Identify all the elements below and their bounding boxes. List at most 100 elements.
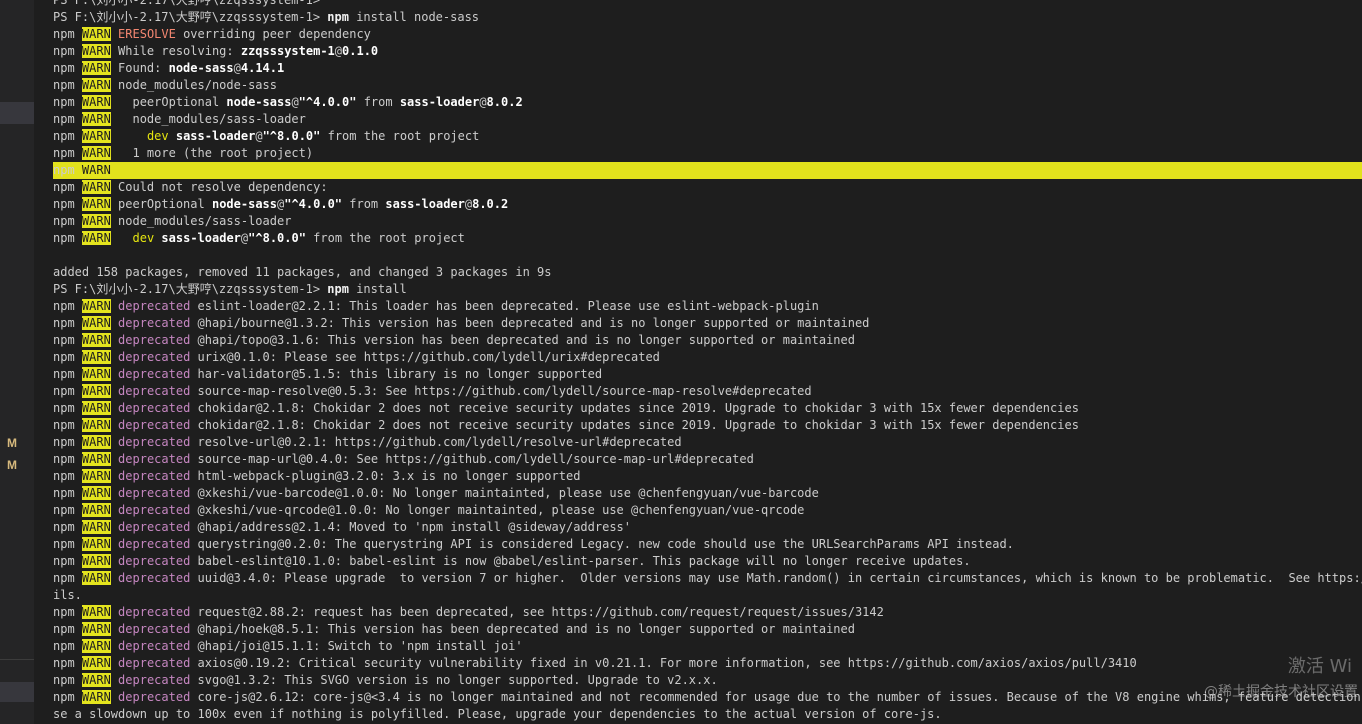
terminal-line: npm WARN deprecated urix@0.1.0: Please s… <box>53 349 1362 366</box>
terminal-text: npm <box>53 163 82 177</box>
terminal-line: npm WARN deprecated eslint-loader@2.2.1:… <box>53 298 1362 315</box>
warn-badge: WARN <box>81 452 111 466</box>
warn-badge: WARN <box>81 367 111 381</box>
warn-badge: WARN <box>81 469 111 483</box>
terminal-text: sass-loader <box>385 197 465 211</box>
deprecated-label: deprecated <box>118 554 191 568</box>
terminal-line: npm WARN node_modules/sass-loader <box>53 111 1362 128</box>
terminal-text: 4.14.1 <box>240 61 285 75</box>
terminal-text: 8.0.2 <box>486 95 523 109</box>
terminal-text: querystring@0.2.0: The querystring API i… <box>190 537 1014 551</box>
terminal-output[interactable]: PS F:\刘小小-2.17\大野哼\zzqsssystem-1> PS F:\… <box>53 0 1362 723</box>
warn-badge: WARN <box>81 180 111 194</box>
terminal-text: npm <box>53 78 82 92</box>
deprecated-label: deprecated <box>118 639 191 653</box>
terminal-text: npm <box>53 44 82 58</box>
terminal-text: While resolving: <box>110 44 241 58</box>
terminal-text: npm <box>53 180 82 194</box>
terminal-line: npm WARN deprecated request@2.88.2: requ… <box>53 604 1362 621</box>
terminal-text: zzqsssystem-1 <box>240 44 335 58</box>
terminal-line: npm WARN deprecated core-js@2.6.12: core… <box>53 689 1362 706</box>
warn-badge: WARN <box>81 112 111 126</box>
deprecated-label: deprecated <box>118 622 191 636</box>
site-watermark: @稀土掘金技术社区设置 <box>1204 684 1358 700</box>
terminal-text: 1 more (the root project) <box>110 146 314 160</box>
terminal-line: npm WARN deprecated resolve-url@0.2.1: h… <box>53 434 1362 451</box>
terminal-text: "^4.0.0" <box>284 197 343 211</box>
warn-badge: WARN <box>81 673 111 687</box>
terminal-line: npm WARN peerOptional node-sass@"^4.0.0"… <box>53 196 1362 213</box>
warn-badge: WARN <box>81 503 111 517</box>
warn-badge: WARN <box>81 78 111 92</box>
terminal-text: npm <box>53 418 82 432</box>
terminal-text: @hapi/bourne@1.3.2: This version has bee… <box>190 316 870 330</box>
deprecated-label: deprecated <box>118 316 191 330</box>
terminal-line: PS F:\刘小小-2.17\大野哼\zzqsssystem-1> npm in… <box>53 281 1362 298</box>
warn-badge: WARN <box>81 129 111 143</box>
terminal-line: PS F:\刘小小-2.17\大野哼\zzqsssystem-1> npm in… <box>53 9 1362 26</box>
terminal-text: npm <box>53 350 82 364</box>
terminal-text: npm <box>53 469 82 483</box>
terminal-text: source-map-url@0.4.0: See https://github… <box>190 452 754 466</box>
terminal-text: core-js@2.6.12: core-js@<3.4 is no longe… <box>190 690 1362 704</box>
warn-badge: WARN <box>81 656 111 670</box>
deprecated-label: deprecated <box>118 333 191 347</box>
terminal-text: ils. <box>53 588 82 602</box>
terminal-text: resolve-url@0.2.1: https://github.com/ly… <box>190 435 682 449</box>
terminal-line: npm WARN deprecated har-validator@5.1.5:… <box>53 366 1362 383</box>
terminal-text: npm <box>53 537 82 551</box>
terminal-line: npm WARN dev sass-loader@"^8.0.0" from t… <box>53 128 1362 145</box>
terminal-text: urix@0.1.0: Please see https://github.co… <box>190 350 660 364</box>
warn-badge: WARN <box>81 605 111 619</box>
sidebar-selected-row[interactable] <box>0 102 34 124</box>
terminal-line: npm WARN Could not resolve dependency: <box>53 179 1362 196</box>
warn-badge: WARN <box>81 333 111 347</box>
deprecated-label: deprecated <box>118 673 191 687</box>
terminal-text: npm <box>327 10 349 24</box>
terminal-line: npm WARN deprecated @hapi/topo@3.1.6: Th… <box>53 332 1362 349</box>
terminal-line: npm WARN deprecated @hapi/joi@15.1.1: Sw… <box>53 638 1362 655</box>
terminal-line: npm WARN deprecated chokidar@2.1.8: Chok… <box>53 400 1362 417</box>
warn-badge: WARN <box>81 571 111 585</box>
terminal-text: peerOptional <box>110 95 227 109</box>
terminal-text: dev <box>132 231 155 245</box>
terminal-text: sass-loader <box>175 129 256 143</box>
terminal-text: "^8.0.0" <box>262 129 321 143</box>
terminal-line: npm WARN deprecated source-map-resolve@0… <box>53 383 1362 400</box>
warn-badge: WARN <box>81 554 111 568</box>
terminal-text: html-webpack-plugin@3.2.0: 3.x is no lon… <box>190 469 581 483</box>
warn-badge: WARN <box>81 44 111 58</box>
terminal-text: npm <box>53 197 82 211</box>
sidebar-panel-header[interactable] <box>0 682 34 702</box>
terminal-text: PS F:\刘小小-2.17\大野哼\zzqsssystem-1> <box>53 10 328 24</box>
terminal-text: npm <box>53 571 82 585</box>
terminal-line: npm WARN deprecated chokidar@2.1.8: Chok… <box>53 417 1362 434</box>
terminal-text: @hapi/topo@3.1.6: This version has been … <box>190 333 855 347</box>
deprecated-label: deprecated <box>118 435 191 449</box>
warn-badge: WARN <box>81 537 111 551</box>
warn-badge: WARN <box>81 639 111 653</box>
terminal-text: npm <box>53 673 82 687</box>
windows-activation-watermark: 激活 Wi <box>1287 656 1352 677</box>
terminal-line: npm WARN deprecated querystring@0.2.0: T… <box>53 536 1362 553</box>
warn-badge: WARN <box>81 27 111 41</box>
terminal-text: uuid@3.4.0: Please upgrade to version 7 … <box>190 571 1362 585</box>
warn-badge: WARN <box>81 61 111 75</box>
terminal-text: Could not resolve dependency: <box>110 180 328 194</box>
terminal-text: @ <box>334 44 343 58</box>
terminal-text: node_modules/sass-loader <box>110 214 292 228</box>
terminal-text: npm <box>53 639 82 653</box>
terminal-text: npm <box>53 690 82 704</box>
